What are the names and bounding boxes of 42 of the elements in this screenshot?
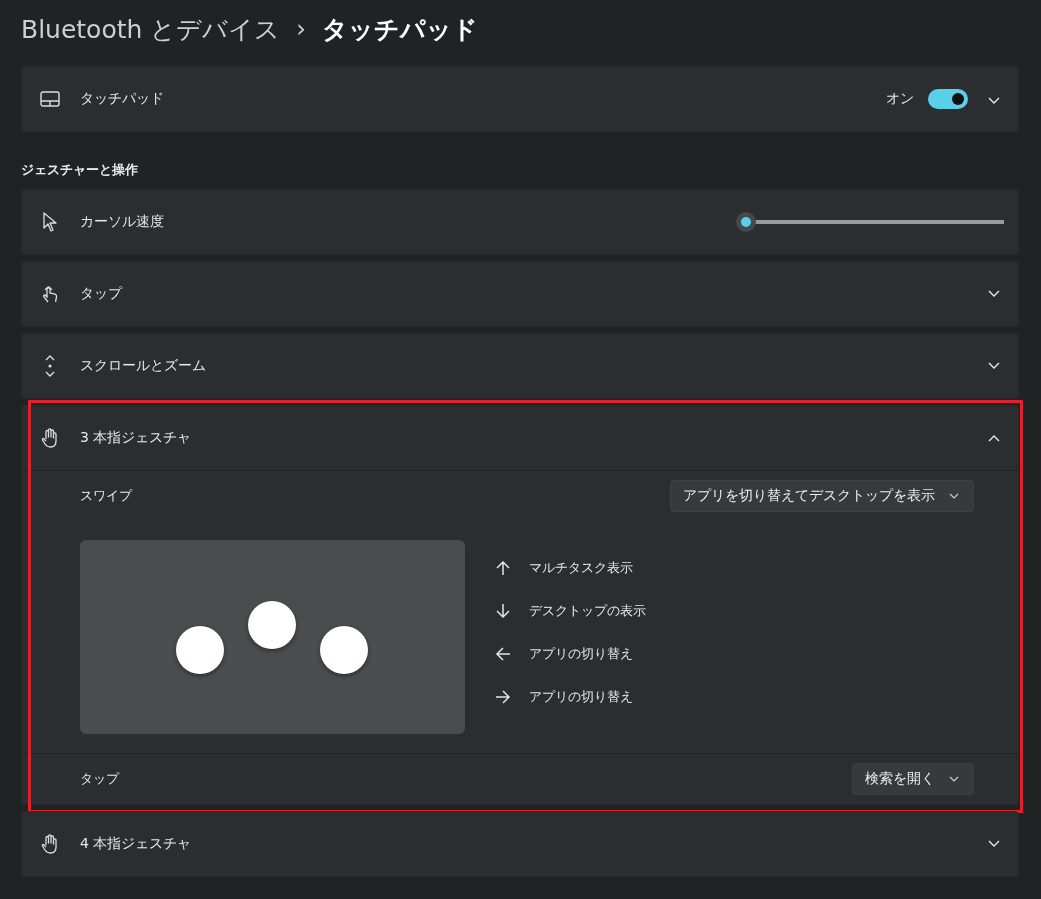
arrow-down-icon: [495, 602, 511, 619]
setting-label: スワイプ: [80, 487, 134, 505]
touchpad-icon: [40, 91, 60, 107]
setting-label: 4 本指ジェスチャ: [80, 835, 193, 853]
setting-label: カーソル速度: [80, 213, 165, 231]
setting-label: タッチパッド: [80, 90, 165, 108]
setting-label: タップ: [80, 770, 121, 788]
gesture-label: デスクトップの表示: [529, 601, 646, 620]
chevron-icon: [949, 493, 959, 499]
scroll-arrows-icon: [44, 355, 56, 377]
finger-tap-icon: [41, 284, 59, 304]
breadcrumb-separator: ›: [296, 15, 306, 43]
expander-header[interactable]: スクロールとズーム: [22, 334, 1018, 398]
setting-label: 3 本指ジェスチャ: [80, 429, 193, 447]
setting-label: スクロールとズーム: [80, 357, 207, 375]
expander-header[interactable]: 4 本指ジェスチャ: [22, 812, 1018, 876]
slider-thumb[interactable]: [736, 212, 756, 232]
dropdown[interactable]: アプリを切り替えてデスクトップを表示: [670, 480, 974, 512]
toggle-switch[interactable]: [928, 89, 968, 109]
chevron-icon: [988, 96, 1000, 105]
page-title: タッチパッド: [321, 13, 478, 46]
expander-header[interactable]: タップ: [22, 262, 1018, 326]
chevron-icon: [988, 840, 1000, 848]
chevron-icon: [949, 776, 959, 782]
hand-icon: [41, 428, 59, 448]
arrow-left-icon: [495, 645, 511, 662]
section-title: ジェスチャーと操作: [21, 161, 139, 179]
breadcrumb-link[interactable]: Bluetooth とデバイス: [21, 12, 281, 46]
toggle-state: オン: [886, 90, 914, 108]
cursor-icon: [42, 212, 58, 232]
gesture-label: アプリの切り替え: [529, 687, 633, 706]
chevron-icon: [988, 434, 1000, 442]
hand-icon: [41, 834, 59, 854]
gesture-label: アプリの切り替え: [529, 644, 633, 663]
setting-label: タップ: [80, 285, 124, 303]
dropdown[interactable]: 検索を開く: [852, 763, 974, 795]
arrow-up-icon: [495, 559, 511, 576]
chevron-icon: [988, 362, 1000, 370]
expander-header[interactable]: 3 本指ジェスチャ: [22, 406, 1018, 470]
chevron-icon: [988, 290, 1000, 298]
gesture-label: マルチタスク表示: [529, 558, 633, 577]
arrow-right-icon: [495, 688, 511, 705]
